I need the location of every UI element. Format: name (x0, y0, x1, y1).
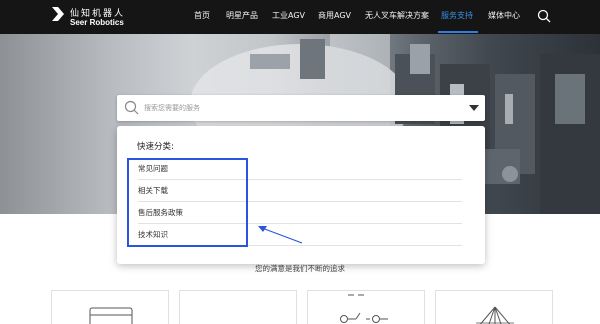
quick-item-faq[interactable]: 常见问题 (138, 158, 462, 180)
brand-logo[interactable]: 仙知机器人 Seer Robotics (50, 5, 130, 29)
slogan-text: 您的满意是我们不断的追求 (255, 264, 345, 273)
service-card[interactable] (51, 290, 169, 324)
service-card[interactable] (307, 290, 425, 324)
nav-item-commercial-agv[interactable]: 商用AGV (318, 10, 351, 21)
quick-category-dropdown: 快速分类: 常见问题 相关下载 售后服务政策 技术知识 (117, 126, 485, 264)
quick-item-label: 售后服务政策 (138, 208, 183, 217)
service-card[interactable] (435, 290, 553, 324)
download-icon (180, 291, 298, 324)
active-nav-indicator (438, 31, 478, 33)
network-icon (476, 306, 514, 324)
dropdown-arrow-icon[interactable] (469, 105, 479, 111)
nav-item-home[interactable]: 首页 (194, 10, 210, 21)
quick-item-after-sales-policy[interactable]: 售后服务政策 (138, 202, 462, 224)
quick-item-label: 常见问题 (138, 164, 168, 173)
quick-item-downloads[interactable]: 相关下载 (138, 180, 462, 202)
nav-item-service-support[interactable]: 服务支持 (441, 10, 473, 21)
quick-item-tech-knowledge[interactable]: 技术知识 (138, 224, 462, 246)
quick-category-title: 快速分类: (137, 142, 174, 152)
brand-name-en: Seer Robotics (70, 18, 124, 27)
search-icon[interactable] (537, 9, 551, 23)
top-navigation-bar: 仙知机器人 Seer Robotics 首页 明星产品 工业AGV 商用AGV … (0, 0, 600, 34)
quick-item-label: 技术知识 (138, 230, 168, 239)
nav-item-star-products[interactable]: 明星产品 (226, 10, 258, 21)
nav-item-industrial-agv[interactable]: 工业AGV (272, 10, 305, 21)
service-card[interactable] (179, 290, 297, 324)
nav-item-forklift-solution[interactable]: 无人叉车解决方案 (365, 10, 429, 21)
document-icon (89, 307, 133, 324)
brand-logo-icon (52, 7, 64, 21)
search-input[interactable]: 搜索您需要的服务 (144, 103, 200, 113)
search-icon (124, 100, 139, 115)
quick-item-label: 相关下载 (138, 186, 168, 195)
service-search-bar[interactable]: 搜索您需要的服务 (117, 95, 485, 121)
nav-item-media-center[interactable]: 媒体中心 (488, 10, 520, 21)
workflow-icon (340, 294, 388, 323)
